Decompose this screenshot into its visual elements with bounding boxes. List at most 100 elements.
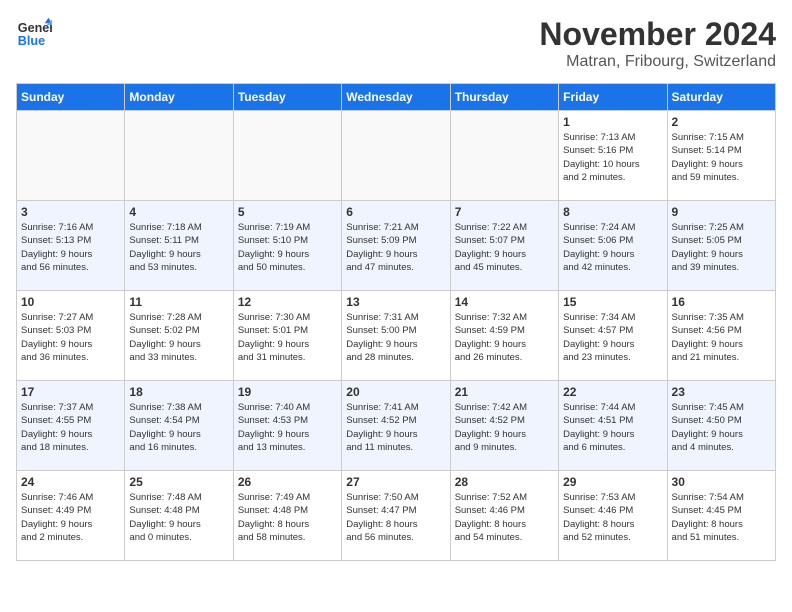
calendar-cell: 6 Sunrise: 7:21 AM Sunset: 5:09 PM Daylig… [342, 201, 450, 291]
day-number: 16 [672, 295, 771, 309]
day-number: 1 [563, 115, 662, 129]
day-number: 18 [129, 385, 228, 399]
calendar-cell: 9Sunrise: 7:25 AM Sunset: 5:05 PM Daylig… [667, 201, 775, 291]
calendar-cell: 22 Sunrise: 7:44 AM Sunset: 4:51 PM Dayli… [559, 381, 667, 471]
header-row: SundayMondayTuesdayWednesdayThursdayFrid… [17, 84, 776, 111]
col-header-monday: Monday [125, 84, 233, 111]
day-info: Sunrise: 7:21 AM Sunset: 5:09 PM Dayligh… [346, 221, 445, 274]
calendar-cell [342, 111, 450, 201]
day-number: 17 [21, 385, 120, 399]
day-number: 27 [346, 475, 445, 489]
day-info: Sunrise: 7:41 AM Sunset: 4:52 PM Dayligh… [346, 401, 445, 454]
day-info: Sunrise: 7:54 AM Sunset: 4:45 PM Dayligh… [672, 491, 771, 544]
calendar-cell: 8 Sunrise: 7:24 AM Sunset: 5:06 PM Daylig… [559, 201, 667, 291]
day-number: 22 [563, 385, 662, 399]
calendar-cell: 20Sunrise: 7:41 AM Sunset: 4:52 PM Dayli… [342, 381, 450, 471]
day-info: Sunrise: 7:30 AM Sunset: 5:01 PM Dayligh… [238, 311, 337, 364]
day-number: 15 [563, 295, 662, 309]
day-number: 30 [672, 475, 771, 489]
day-info: Sunrise: 7:49 AM Sunset: 4:48 PM Dayligh… [238, 491, 337, 544]
calendar-cell: 27 Sunrise: 7:50 AM Sunset: 4:47 PM Dayli… [342, 471, 450, 561]
day-info: Sunrise: 7:13 AM Sunset: 5:16 PM Dayligh… [563, 131, 662, 184]
calendar-cell: 26 Sunrise: 7:49 AM Sunset: 4:48 PM Dayli… [233, 471, 341, 561]
col-header-friday: Friday [559, 84, 667, 111]
calendar-cell [125, 111, 233, 201]
calendar-cell: 21 Sunrise: 7:42 AM Sunset: 4:52 PM Dayli… [450, 381, 558, 471]
location-title: Matran, Fribourg, Switzerland [539, 53, 776, 71]
calendar-cell: 5Sunrise: 7:19 AM Sunset: 5:10 PM Daylig… [233, 201, 341, 291]
calendar-table: SundayMondayTuesdayWednesdayThursdayFrid… [16, 83, 776, 561]
day-number: 10 [21, 295, 120, 309]
day-info: Sunrise: 7:42 AM Sunset: 4:52 PM Dayligh… [455, 401, 554, 454]
day-info: Sunrise: 7:32 AM Sunset: 4:59 PM Dayligh… [455, 311, 554, 364]
day-info: Sunrise: 7:22 AM Sunset: 5:07 PM Dayligh… [455, 221, 554, 274]
month-title: November 2024 [539, 16, 776, 53]
day-number: 7 [455, 205, 554, 219]
calendar-cell: 12 Sunrise: 7:30 AM Sunset: 5:01 PM Dayli… [233, 291, 341, 381]
day-number: 2 [672, 115, 771, 129]
calendar-cell: 28 Sunrise: 7:52 AM Sunset: 4:46 PM Dayli… [450, 471, 558, 561]
day-info: Sunrise: 7:35 AM Sunset: 4:56 PM Dayligh… [672, 311, 771, 364]
calendar-cell: 24 Sunrise: 7:46 AM Sunset: 4:49 PM Dayli… [17, 471, 125, 561]
day-number: 11 [129, 295, 228, 309]
logo: General Blue [16, 16, 52, 52]
col-header-wednesday: Wednesday [342, 84, 450, 111]
calendar-cell: 18Sunrise: 7:38 AM Sunset: 4:54 PM Dayli… [125, 381, 233, 471]
day-info: Sunrise: 7:18 AM Sunset: 5:11 PM Dayligh… [129, 221, 228, 274]
week-row-2: 3 Sunrise: 7:16 AM Sunset: 5:13 PM Daylig… [17, 201, 776, 291]
calendar-cell: 15 Sunrise: 7:34 AM Sunset: 4:57 PM Dayli… [559, 291, 667, 381]
day-number: 12 [238, 295, 337, 309]
day-info: Sunrise: 7:27 AM Sunset: 5:03 PM Dayligh… [21, 311, 120, 364]
day-number: 21 [455, 385, 554, 399]
day-number: 4 [129, 205, 228, 219]
calendar-cell: 17 Sunrise: 7:37 AM Sunset: 4:55 PM Dayli… [17, 381, 125, 471]
day-info: Sunrise: 7:46 AM Sunset: 4:49 PM Dayligh… [21, 491, 120, 544]
calendar-cell: 10 Sunrise: 7:27 AM Sunset: 5:03 PM Dayli… [17, 291, 125, 381]
week-row-1: 1 Sunrise: 7:13 AM Sunset: 5:16 PM Daylig… [17, 111, 776, 201]
day-number: 28 [455, 475, 554, 489]
day-number: 26 [238, 475, 337, 489]
day-number: 14 [455, 295, 554, 309]
calendar-cell: 7 Sunrise: 7:22 AM Sunset: 5:07 PM Daylig… [450, 201, 558, 291]
day-info: Sunrise: 7:50 AM Sunset: 4:47 PM Dayligh… [346, 491, 445, 544]
col-header-sunday: Sunday [17, 84, 125, 111]
day-info: Sunrise: 7:16 AM Sunset: 5:13 PM Dayligh… [21, 221, 120, 274]
day-number: 6 [346, 205, 445, 219]
day-info: Sunrise: 7:37 AM Sunset: 4:55 PM Dayligh… [21, 401, 120, 454]
calendar-cell [450, 111, 558, 201]
day-number: 3 [21, 205, 120, 219]
day-number: 19 [238, 385, 337, 399]
calendar-cell: 29 Sunrise: 7:53 AM Sunset: 4:46 PM Dayli… [559, 471, 667, 561]
day-number: 23 [672, 385, 771, 399]
day-info: Sunrise: 7:15 AM Sunset: 5:14 PM Dayligh… [672, 131, 771, 184]
day-number: 29 [563, 475, 662, 489]
day-number: 24 [21, 475, 120, 489]
day-info: Sunrise: 7:40 AM Sunset: 4:53 PM Dayligh… [238, 401, 337, 454]
day-number: 13 [346, 295, 445, 309]
calendar-cell: 4 Sunrise: 7:18 AM Sunset: 5:11 PM Daylig… [125, 201, 233, 291]
day-info: Sunrise: 7:25 AM Sunset: 5:05 PM Dayligh… [672, 221, 771, 274]
col-header-saturday: Saturday [667, 84, 775, 111]
calendar-cell: 14 Sunrise: 7:32 AM Sunset: 4:59 PM Dayli… [450, 291, 558, 381]
day-info: Sunrise: 7:44 AM Sunset: 4:51 PM Dayligh… [563, 401, 662, 454]
calendar-cell: 1 Sunrise: 7:13 AM Sunset: 5:16 PM Daylig… [559, 111, 667, 201]
calendar-cell: 25 Sunrise: 7:48 AM Sunset: 4:48 PM Dayli… [125, 471, 233, 561]
day-info: Sunrise: 7:53 AM Sunset: 4:46 PM Dayligh… [563, 491, 662, 544]
calendar-cell [17, 111, 125, 201]
calendar-cell: 23 Sunrise: 7:45 AM Sunset: 4:50 PM Dayli… [667, 381, 775, 471]
calendar-cell: 16 Sunrise: 7:35 AM Sunset: 4:56 PM Dayli… [667, 291, 775, 381]
day-number: 8 [563, 205, 662, 219]
day-info: Sunrise: 7:34 AM Sunset: 4:57 PM Dayligh… [563, 311, 662, 364]
day-info: Sunrise: 7:52 AM Sunset: 4:46 PM Dayligh… [455, 491, 554, 544]
day-info: Sunrise: 7:48 AM Sunset: 4:48 PM Dayligh… [129, 491, 228, 544]
day-number: 25 [129, 475, 228, 489]
title-area: November 2024 Matran, Fribourg, Switzerl… [539, 16, 776, 71]
day-info: Sunrise: 7:24 AM Sunset: 5:06 PM Dayligh… [563, 221, 662, 274]
calendar-cell: 2 Sunrise: 7:15 AM Sunset: 5:14 PM Daylig… [667, 111, 775, 201]
svg-text:Blue: Blue [18, 34, 45, 48]
day-number: 5 [238, 205, 337, 219]
header: General Blue November 2024 Matran, Fribo… [16, 16, 776, 71]
day-info: Sunrise: 7:45 AM Sunset: 4:50 PM Dayligh… [672, 401, 771, 454]
day-info: Sunrise: 7:28 AM Sunset: 5:02 PM Dayligh… [129, 311, 228, 364]
col-header-tuesday: Tuesday [233, 84, 341, 111]
